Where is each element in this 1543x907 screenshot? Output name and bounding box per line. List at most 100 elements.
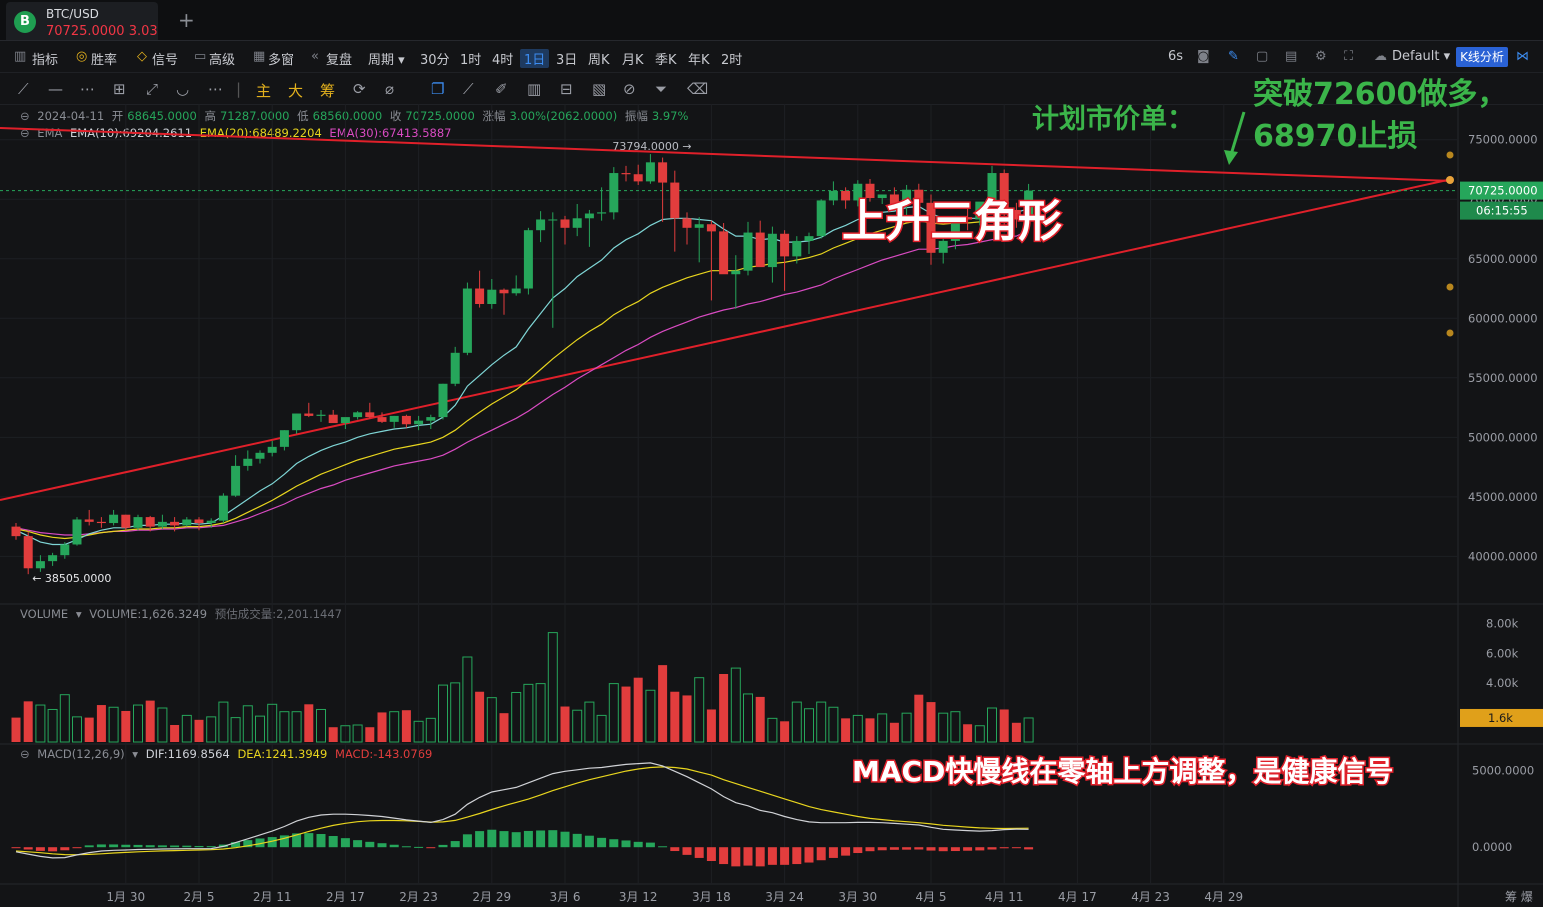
volume-bar xyxy=(719,674,729,742)
candle-body xyxy=(828,190,838,201)
price-axis-label: 75000.0000 xyxy=(1468,133,1538,147)
candle-body xyxy=(328,414,338,424)
macd-histogram-bar xyxy=(841,847,851,856)
axis-corner-label: 筹 爆 xyxy=(1505,890,1533,904)
macd-histogram-bar xyxy=(597,837,607,848)
candle-body xyxy=(694,224,704,228)
macd-histogram-bar xyxy=(145,845,155,848)
time-axis-label: 3月 18 xyxy=(692,890,731,904)
candle-body xyxy=(279,430,289,447)
macd-histogram-bar xyxy=(487,829,497,848)
candle-body xyxy=(816,200,826,237)
plan-annotation-line1: 突破72600做多， xyxy=(1253,77,1507,112)
volume-bar xyxy=(438,684,448,743)
macd-histogram-bar xyxy=(511,832,521,848)
triangle-annotation: 上升三角形 xyxy=(842,196,1062,247)
event-dot-icon xyxy=(1446,151,1454,159)
candle-body xyxy=(35,561,45,569)
candle-body xyxy=(706,224,716,232)
volume-bar xyxy=(901,712,912,743)
macd-histogram-bar xyxy=(182,845,192,848)
volume-bar xyxy=(841,718,851,742)
candle-body xyxy=(462,288,472,353)
volume-bar xyxy=(108,706,119,743)
volume-bar xyxy=(1011,722,1021,742)
volume-bar xyxy=(523,683,534,743)
volume-bar xyxy=(572,709,583,743)
volume-bar xyxy=(206,716,217,743)
macd-histogram-bar xyxy=(48,847,58,852)
candle-body xyxy=(536,219,546,231)
macd-histogram-bar xyxy=(96,844,106,848)
candle-body xyxy=(292,413,302,431)
time-axis-label: 3月 24 xyxy=(765,890,804,904)
volume-bar xyxy=(35,704,46,743)
candle-body xyxy=(597,212,607,214)
plan-arrow-icon xyxy=(1228,111,1246,159)
volume-bar xyxy=(133,704,143,743)
volume-bar xyxy=(926,702,936,742)
current-volume-label: 1.6k xyxy=(1488,711,1513,725)
macd-histogram-bar xyxy=(401,846,411,848)
candle-body xyxy=(84,519,94,522)
volume-bar xyxy=(462,656,473,743)
macd-histogram-bar xyxy=(11,847,21,849)
volume-bar xyxy=(352,724,363,743)
macd-histogram-bar xyxy=(572,833,582,848)
macd-histogram-bar xyxy=(877,847,887,851)
time-axis-label: 2月 5 xyxy=(183,890,214,904)
volume-bar xyxy=(157,707,168,743)
volume-bar xyxy=(780,721,790,742)
volume-bar xyxy=(242,705,253,743)
volume-bar xyxy=(194,719,204,742)
time-axis-label: 4月 5 xyxy=(915,890,946,904)
volume-bar xyxy=(181,714,192,743)
macd-histogram-bar xyxy=(475,831,485,848)
macd-histogram-bar xyxy=(316,834,326,848)
candle-body xyxy=(231,465,241,496)
macd-histogram-bar xyxy=(548,830,558,848)
time-axis-label: 4月 11 xyxy=(985,890,1024,904)
low-price-marker: ← 38505.0000 xyxy=(32,572,111,585)
time-axis-label: 2月 23 xyxy=(399,890,438,904)
macd-histogram-bar xyxy=(23,847,33,850)
volume-bar xyxy=(316,708,326,743)
volume-axis-label: 8.00k xyxy=(1486,617,1519,631)
volume-bar xyxy=(218,701,229,743)
candle-body xyxy=(414,420,424,425)
trend-apex-marker xyxy=(1446,176,1454,184)
macd-histogram-bar xyxy=(853,847,863,854)
volume-bar xyxy=(730,667,741,743)
volume-bar xyxy=(767,717,778,743)
support-trend-line xyxy=(0,178,1453,501)
macd-histogram-bar xyxy=(438,844,448,848)
volume-bar xyxy=(475,691,485,742)
volume-bar xyxy=(608,683,619,743)
candle-body xyxy=(182,519,192,526)
macd-histogram-bar xyxy=(353,840,363,848)
volume-bar xyxy=(425,717,436,743)
macd-histogram-bar xyxy=(804,847,814,863)
volume-bar xyxy=(889,722,899,742)
ema30-line xyxy=(15,229,1029,536)
candle-body xyxy=(72,519,82,545)
volume-bar xyxy=(365,727,375,742)
macd-histogram-bar xyxy=(328,836,338,848)
macd-histogram-bar xyxy=(194,845,204,848)
macd-histogram-bar xyxy=(536,830,546,848)
candle-body xyxy=(267,446,277,453)
volume-bar xyxy=(743,693,753,743)
current-price-label: 70725.0000 xyxy=(1468,184,1538,198)
candle-body xyxy=(145,517,155,527)
volume-bar xyxy=(828,706,839,743)
candle-body xyxy=(572,218,582,228)
chart-canvas[interactable]: 73794.0000 →← 38505.000075000.000070000.… xyxy=(0,0,1543,907)
macd-histogram-bar xyxy=(60,847,70,851)
volume-bar xyxy=(377,712,387,742)
volume-bar xyxy=(499,713,509,742)
candle-body xyxy=(353,412,363,418)
volume-bar xyxy=(999,709,1009,742)
candle-body xyxy=(487,289,497,304)
macd-histogram-bar xyxy=(816,847,826,861)
candle-body xyxy=(194,519,204,524)
